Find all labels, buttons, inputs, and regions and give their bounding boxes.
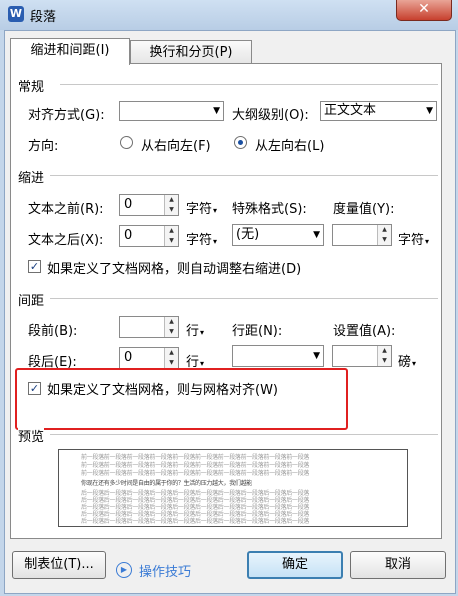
spin-buttons[interactable]: ▲ ▼ <box>164 317 178 337</box>
indent-after-unit[interactable]: 字符▾ <box>186 229 217 248</box>
special-format-label: 特殊格式(S): <box>232 202 307 217</box>
measure-input[interactable]: ▲ ▼ <box>332 224 392 246</box>
section-divider <box>50 298 438 299</box>
auto-adjust-checkbox[interactable]: ✓ <box>28 260 41 273</box>
general-heading: 常规 <box>18 76 49 95</box>
spin-up-icon[interactable]: ▲ <box>165 226 178 236</box>
spin-up-icon[interactable]: ▲ <box>165 195 178 205</box>
indent-before-input[interactable]: 0 ▲ ▼ <box>119 194 179 216</box>
section-divider <box>50 434 438 435</box>
cancel-button[interactable]: 取消 <box>350 551 446 579</box>
special-format-value: (无) <box>236 227 260 242</box>
chevron-down-icon: ▾ <box>412 359 417 368</box>
chevron-down-icon: ▼ <box>313 230 320 240</box>
spacing-heading: 间距 <box>18 290 49 309</box>
spin-up-icon[interactable]: ▲ <box>378 225 391 235</box>
indent-before-value: 0 <box>124 197 133 212</box>
spin-up-icon[interactable]: ▲ <box>165 348 178 358</box>
spin-buttons[interactable]: ▲ ▼ <box>377 225 391 245</box>
spin-down-icon[interactable]: ▼ <box>165 327 178 337</box>
tab-stops-button[interactable]: 制表位(T)... <box>12 551 106 579</box>
spin-down-icon[interactable]: ▼ <box>378 235 391 245</box>
rtl-label: 从右向左(F) <box>141 139 211 154</box>
unit-label: 磅 <box>398 355 412 370</box>
unit-label: 字符 <box>186 233 213 248</box>
chevron-down-icon: ▾ <box>425 237 430 246</box>
chevron-down-icon: ▾ <box>200 328 205 337</box>
spin-up-icon[interactable]: ▲ <box>378 346 391 356</box>
chevron-down-icon: ▼ <box>426 106 433 116</box>
section-divider <box>50 175 438 176</box>
spin-down-icon[interactable]: ▼ <box>165 205 178 215</box>
spin-buttons[interactable]: ▲ ▼ <box>164 226 178 246</box>
preview-line: 你现在还有多少时间是自由的属于你的？生活的压力越大，我们越能 <box>81 480 253 487</box>
preview-area: 前一段落前一段落前一段落前一段落前一段落前一段落前一段落前一段落前一段落前一段落… <box>58 449 408 527</box>
align-select[interactable]: ▼ <box>119 101 224 121</box>
chevron-down-icon: ▼ <box>313 351 320 361</box>
setting-value-unit[interactable]: 磅▾ <box>398 351 416 370</box>
outline-select[interactable]: 正文文本 ▼ <box>320 101 437 121</box>
tab-line-page-break[interactable]: 换行和分页(P) <box>130 40 252 65</box>
indent-before-label: 文本之前(R): <box>28 202 104 217</box>
tips-link[interactable]: 操作技巧 <box>139 561 191 580</box>
preview-line: 后一段落后一段落后一段落后一段落后一段落后一段落后一段落后一段落后一段落后一段落 <box>81 518 310 525</box>
spin-buttons[interactable]: ▲ ▼ <box>377 346 391 366</box>
spin-buttons[interactable]: ▲ ▼ <box>164 348 178 368</box>
highlight-box <box>15 368 348 430</box>
line-spacing-label: 行距(N): <box>232 324 283 339</box>
close-window-button[interactable]: ✕ <box>396 0 452 21</box>
spin-down-icon[interactable]: ▼ <box>378 356 391 366</box>
spacing-before-input[interactable]: ▲ ▼ <box>119 316 179 338</box>
measure-unit[interactable]: 字符▾ <box>398 229 429 248</box>
indent-after-value: 0 <box>124 228 133 243</box>
indent-heading: 缩进 <box>18 167 49 186</box>
chevron-down-icon: ▼ <box>213 106 220 116</box>
unit-label: 字符 <box>186 202 213 217</box>
special-format-select[interactable]: (无) ▼ <box>232 224 324 246</box>
spin-buttons[interactable]: ▲ ▼ <box>164 195 178 215</box>
outline-label: 大纲级别(O): <box>232 108 309 123</box>
spin-down-icon[interactable]: ▼ <box>165 358 178 368</box>
wps-writer-icon: W <box>8 6 24 22</box>
outline-value: 正文文本 <box>324 103 377 118</box>
spacing-after-value: 0 <box>124 350 133 365</box>
align-label: 对齐方式(G): <box>28 108 105 123</box>
tab-indent-spacing[interactable]: 缩进和间距(I) <box>10 38 130 65</box>
auto-adjust-label: 如果定义了文档网格，则自动调整右缩进(D) <box>47 262 302 277</box>
spin-up-icon[interactable]: ▲ <box>165 317 178 327</box>
line-spacing-select[interactable]: ▼ <box>232 345 324 367</box>
unit-label: 行 <box>186 324 200 339</box>
chevron-down-icon: ▾ <box>213 206 218 215</box>
spacing-after-input[interactable]: 0 ▲ ▼ <box>119 347 179 369</box>
chevron-down-icon: ▾ <box>200 359 205 368</box>
preview-heading: 预览 <box>18 426 45 445</box>
indent-after-label: 文本之后(X): <box>28 233 104 248</box>
ltr-radio[interactable] <box>234 136 247 149</box>
spacing-before-unit[interactable]: 行▾ <box>186 320 204 339</box>
rtl-radio[interactable] <box>120 136 133 149</box>
ok-button[interactable]: 确定 <box>247 551 343 579</box>
window-title: 段落 <box>30 10 57 25</box>
section-divider <box>60 84 438 85</box>
indent-before-unit[interactable]: 字符▾ <box>186 198 217 217</box>
title-bar: W 段落 ✕ <box>0 0 458 30</box>
measure-label: 度量值(Y): <box>333 202 395 217</box>
spacing-before-label: 段前(B): <box>28 324 78 339</box>
chevron-down-icon: ▾ <box>213 237 218 246</box>
setting-value-input[interactable]: ▲ ▼ <box>332 345 392 367</box>
unit-label: 字符 <box>398 233 425 248</box>
spin-down-icon[interactable]: ▼ <box>165 236 178 246</box>
direction-label: 方向: <box>28 139 59 154</box>
indent-after-input[interactable]: 0 ▲ ▼ <box>119 225 179 247</box>
ltr-label: 从左向右(L) <box>255 139 325 154</box>
preview-line: 前一段落前一段落前一段落前一段落前一段落前一段落前一段落前一段落前一段落前一段落 <box>81 470 310 477</box>
play-icon[interactable]: ▶ <box>116 562 132 578</box>
setting-value-label: 设置值(A): <box>333 324 396 339</box>
